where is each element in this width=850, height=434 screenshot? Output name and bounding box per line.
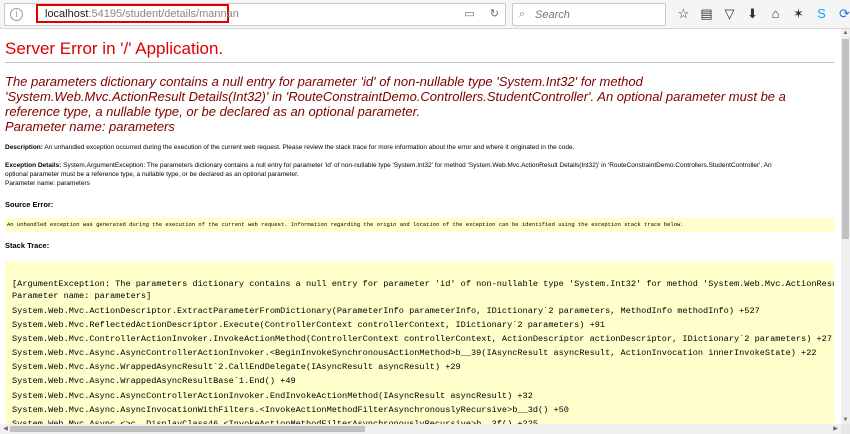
- home-icon[interactable]: ⌂: [764, 5, 787, 23]
- stack-trace-heading: Stack Trace:: [5, 241, 50, 250]
- stack-trace-line: System.Web.Mvc.Async.AsyncInvocationWith…: [12, 405, 569, 415]
- error-message: The parameters dictionary contains a nul…: [5, 74, 835, 134]
- vertical-scrollbar[interactable]: ▲ ▼: [841, 29, 850, 424]
- error-line: Parameter name: parameters: [5, 119, 175, 134]
- description: Description: An unhandled exception occu…: [5, 144, 574, 152]
- description-label: Description:: [5, 144, 43, 151]
- search-input[interactable]: [533, 5, 665, 24]
- url-path: :54195/student/details/mannan: [88, 8, 239, 20]
- error-line: reference type, a nullable type, or be d…: [5, 104, 421, 119]
- extension-icon[interactable]: ✶: [787, 5, 810, 23]
- scrollbar-corner: [841, 424, 850, 434]
- exception-line-3: Parameter name: parameters: [5, 180, 90, 187]
- search-icon: ⌕: [519, 8, 526, 20]
- url-host: localhost: [45, 8, 89, 20]
- url-bar[interactable]: i localhost:54195/student/details/mannan…: [4, 3, 506, 26]
- exception-label: Exception Details:: [5, 162, 62, 169]
- stack-trace-line: System.Web.Mvc.Async.WrappedAsyncResult`…: [12, 362, 461, 372]
- horizontal-scrollbar[interactable]: ◀ ▶: [0, 424, 841, 434]
- reading-list-icon[interactable]: ▤: [695, 5, 718, 23]
- error-line: The parameters dictionary contains a nul…: [5, 74, 643, 89]
- stack-trace-line: Parameter name: parameters]: [12, 291, 152, 301]
- stack-trace-line: System.Web.Mvc.ActionDescriptor.ExtractP…: [12, 306, 760, 316]
- reader-view-icon[interactable]: ▭: [464, 8, 474, 20]
- vertical-scroll-thumb[interactable]: [842, 39, 849, 239]
- scroll-down-arrow-icon[interactable]: ▼: [841, 417, 850, 423]
- stack-trace-line: System.Web.Mvc.Async.AsyncControllerActi…: [12, 348, 817, 358]
- exception-details: Exception Details: System.ArgumentExcept…: [5, 162, 772, 170]
- skype-icon[interactable]: S: [810, 5, 833, 23]
- page-title: Server Error in '/' Application.: [5, 39, 224, 58]
- search-bar[interactable]: ⌕: [512, 3, 666, 26]
- horizontal-scroll-thumb[interactable]: [10, 426, 365, 432]
- url-actions: ▭ ↻: [452, 7, 499, 20]
- pocket-icon[interactable]: ▽: [718, 5, 741, 23]
- page-content: Server Error in '/' Application. The par…: [0, 29, 841, 424]
- exception-line-2: optional parameter must be a reference t…: [5, 171, 299, 178]
- toolbar-icons: ☆▤▽⬇⌂✶S⟳≡: [672, 5, 850, 23]
- download-icon[interactable]: ⬇: [741, 5, 764, 23]
- reload-icon[interactable]: ↻: [490, 8, 499, 20]
- stack-trace-line: System.Web.Mvc.Async.AsyncControllerActi…: [12, 391, 533, 401]
- description-text: An unhandled exception occurred during t…: [42, 144, 575, 151]
- stack-trace-box: [ArgumentException: The parameters dicti…: [5, 261, 834, 424]
- source-error-box: An unhandled exception was generated dur…: [5, 218, 834, 232]
- error-line: 'System.Web.Mvc.ActionResult Details(Int…: [5, 89, 786, 104]
- stack-trace-line: System.Web.Mvc.ControllerActionInvoker.I…: [12, 334, 832, 344]
- scroll-left-arrow-icon[interactable]: ◀: [1, 425, 10, 432]
- stack-trace-line: [ArgumentException: The parameters dicti…: [12, 279, 834, 289]
- source-error-heading: Source Error:: [5, 200, 54, 209]
- stack-trace-line: System.Web.Mvc.ReflectedActionDescriptor…: [12, 320, 606, 330]
- bookmark-star-icon[interactable]: ☆: [672, 5, 695, 23]
- info-icon[interactable]: i: [10, 8, 23, 21]
- title-divider: [5, 62, 834, 63]
- browser-toolbar: i localhost:54195/student/details/mannan…: [0, 0, 850, 29]
- stack-trace-line: System.Web.Mvc.Async.WrappedAsyncResultB…: [12, 376, 296, 386]
- exception-text: System.ArgumentException: The parameters…: [61, 162, 772, 169]
- url-text[interactable]: localhost:54195/student/details/mannan: [45, 8, 239, 20]
- scroll-up-arrow-icon[interactable]: ▲: [841, 30, 850, 36]
- sync-icon[interactable]: ⟳: [833, 5, 850, 23]
- scroll-right-arrow-icon[interactable]: ▶: [831, 425, 840, 432]
